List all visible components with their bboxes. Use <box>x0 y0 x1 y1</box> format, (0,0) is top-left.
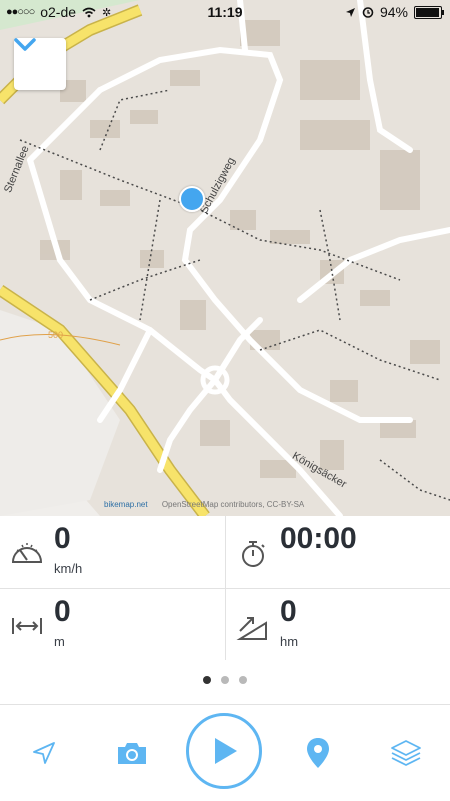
location-pin-button[interactable] <box>298 733 338 773</box>
page-dot[interactable] <box>203 676 211 684</box>
camera-button[interactable] <box>112 733 152 773</box>
current-location-dot <box>179 186 205 212</box>
attribution-text: OpenStreetMap contributors, CC-BY-SA <box>161 500 305 509</box>
bottom-toolbar <box>0 704 450 801</box>
elevation-icon <box>236 617 267 640</box>
elevation-unit: hm <box>280 634 299 649</box>
layers-button[interactable] <box>386 733 426 773</box>
page-dot[interactable] <box>239 676 247 684</box>
location-arrow-icon <box>345 7 355 17</box>
speed-value: 0 <box>54 522 71 555</box>
stats-panel[interactable]: 0 km/h 00:00 0 m 0 hm <box>0 516 450 688</box>
speedometer-icon <box>11 543 43 563</box>
status-right: 94% <box>345 4 444 20</box>
battery-icon <box>414 5 444 19</box>
speed-unit: km/h <box>54 561 83 576</box>
navigate-arrow-icon <box>33 742 55 764</box>
page-dot[interactable] <box>221 676 229 684</box>
alarm-icon <box>362 7 374 18</box>
battery-percent: 94% <box>379 4 408 20</box>
distance-unit: m <box>54 634 65 649</box>
map-attribution: bikemap.net OpenStreetMap contributors, … <box>104 500 304 509</box>
distance-stat: 0 m <box>0 589 225 661</box>
distance-arrows-icon <box>12 618 42 634</box>
location-pin-icon <box>307 738 329 768</box>
contour-label: 500 <box>48 330 64 340</box>
distance-value: 0 <box>54 595 71 628</box>
camera-icon <box>118 743 146 764</box>
bikemap-logo: bikemap.net <box>104 500 148 509</box>
map-view[interactable]: Sternallee Schulzigweg Königsäcker 500 b… <box>0 0 450 516</box>
duration-stat: 00:00 <box>226 516 450 588</box>
page-indicator[interactable] <box>0 676 450 684</box>
play-icon <box>215 738 237 764</box>
speed-stat: 0 km/h <box>0 516 225 588</box>
chevron-down-icon <box>14 38 36 51</box>
map-tiles <box>0 0 450 516</box>
start-recording-button[interactable] <box>186 713 262 789</box>
elevation-value: 0 <box>280 595 297 628</box>
stats-bottom <box>0 660 450 661</box>
collapse-map-button[interactable] <box>14 38 66 90</box>
status-bar: ●●○○○ o2-de ✲ 11:19 94% <box>0 0 450 24</box>
navigate-button[interactable] <box>26 735 62 771</box>
layers-icon <box>391 740 421 766</box>
elevation-stat: 0 hm <box>226 589 450 661</box>
stopwatch-icon <box>242 541 265 567</box>
duration-value: 00:00 <box>280 522 357 555</box>
